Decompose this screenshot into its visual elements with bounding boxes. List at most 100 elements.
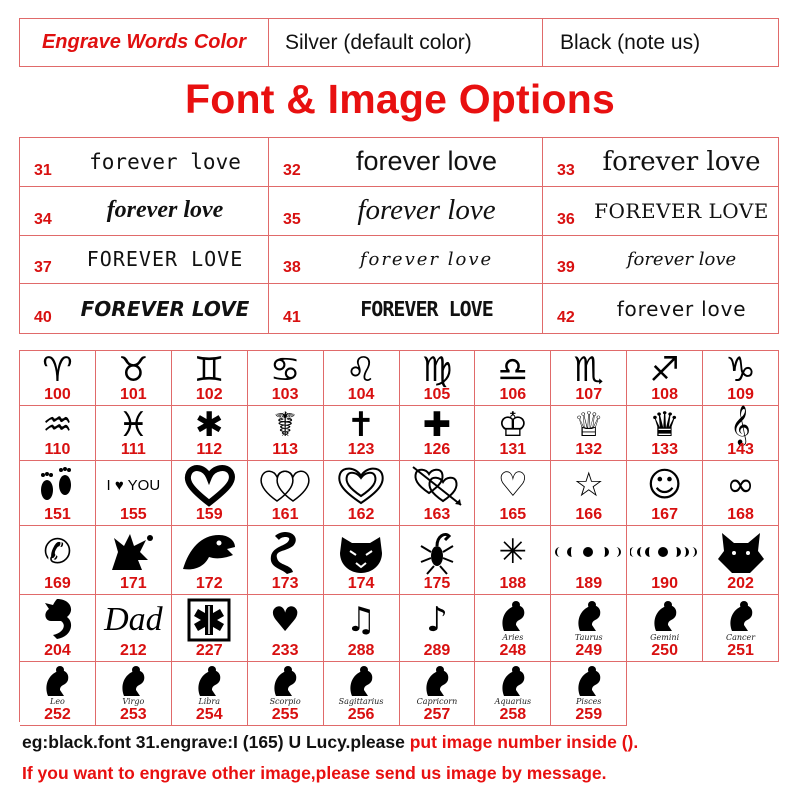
image-option-256: Sagittarius 256	[323, 662, 400, 726]
image-number: 169	[44, 575, 71, 592]
image-number: 172	[195, 575, 223, 592]
image-number: 155	[119, 506, 147, 523]
scorpion-icon	[417, 526, 457, 576]
linked-hearts-icon	[257, 461, 313, 507]
image-number: 188	[499, 575, 527, 592]
treble-clef-icon: 𝄞	[730, 405, 751, 445]
latin-cross-icon: ✝	[346, 405, 376, 445]
image-number: 227	[195, 642, 223, 659]
image-option-133: ♛ 133	[627, 405, 704, 461]
image-number: 256	[347, 706, 375, 723]
font-number: 41	[283, 309, 301, 326]
taurus-icon: ♉	[118, 350, 149, 390]
image-option-248: Aries 248	[475, 595, 552, 662]
font-sample: forever love	[357, 194, 496, 227]
virgo-icon: ♍	[421, 350, 453, 390]
king-crown-icon: ♔	[497, 405, 529, 445]
image-number: 161	[271, 506, 299, 523]
heart-filled-icon: ♥	[269, 600, 301, 640]
image-option-254: Libra 254	[171, 662, 248, 726]
image-option-249: Taurus 249	[551, 595, 628, 662]
image-caption: Cancer	[726, 633, 756, 642]
scorpio-icon: ♏	[573, 350, 604, 390]
image-caption: Sagittarius	[338, 697, 384, 706]
taurus-figure-icon	[570, 595, 608, 634]
image-number: 131	[499, 441, 527, 458]
image-option-250: Gemini 250	[627, 595, 704, 662]
image-option-255: Scorpio 255	[247, 662, 324, 726]
image-option-110: ♒ 110	[20, 406, 96, 461]
image-option-166: ☆ 166	[551, 461, 628, 526]
font-option-41: 41 FOREVER LOVE	[269, 284, 543, 333]
image-option-126: ✚ 126	[399, 405, 476, 461]
cancer-figure-icon	[722, 595, 760, 634]
image-option-151: 151	[20, 461, 96, 526]
image-number: 132	[575, 441, 603, 458]
image-number: 112	[196, 441, 223, 458]
font-sample: forever love	[616, 296, 747, 321]
image-number: 123	[347, 441, 375, 458]
image-option-233: ♥ 233	[247, 595, 324, 662]
image-number: 190	[651, 575, 678, 592]
image-caption: Taurus	[574, 633, 603, 642]
image-number: 143	[727, 441, 754, 458]
aries-figure-icon	[494, 595, 532, 634]
hearts-arrow-icon	[411, 461, 463, 507]
image-option-123: ✝ 123	[323, 405, 400, 461]
leo-figure-icon	[38, 662, 76, 698]
image-option-173: 173	[247, 526, 324, 595]
image-number: 251	[727, 642, 754, 659]
medical-badge-icon	[187, 595, 231, 643]
image-option-171: 171	[95, 526, 172, 595]
pisces-figure-icon	[570, 662, 608, 698]
image-option-252: Leo 252	[20, 662, 96, 726]
font-number: 33	[557, 161, 575, 179]
image-option-188: ✳ 188	[475, 526, 552, 595]
capricorn-icon: ♑	[725, 350, 756, 390]
image-option-155: I ♥ YOU 155	[95, 461, 172, 526]
dragon-icon	[265, 526, 305, 576]
image-option-202: 202	[703, 526, 779, 595]
wolf-head-icon	[714, 526, 768, 576]
silver-option: Silver (default color)	[269, 19, 543, 66]
image-number: 233	[271, 642, 299, 659]
image-option-289: ♪ 289	[399, 595, 476, 662]
image-caption: Gemini	[650, 633, 680, 642]
font-sample: forever love	[106, 197, 224, 224]
image-number: 162	[347, 506, 375, 523]
font-sample: forever love	[359, 248, 494, 270]
font-number: 31	[34, 161, 52, 179]
cancer-icon: ♋	[269, 350, 301, 390]
image-option-253: Virgo 253	[95, 662, 172, 726]
eagle-head-icon	[179, 526, 239, 576]
image-option-109: ♑ 109	[703, 351, 779, 406]
image-number: 101	[119, 386, 147, 403]
cross-icon: ✚	[422, 405, 452, 445]
double-heart-icon	[335, 461, 387, 507]
font-sample: FOREVER LOVE	[86, 247, 244, 272]
image-option-162: 162	[323, 461, 400, 526]
font-option-39: 39 forever love	[543, 236, 778, 285]
image-option-259: Pisces 259	[551, 662, 628, 726]
empty-cell	[627, 662, 703, 726]
footprints-icon	[35, 461, 79, 507]
image-options-grid: ♈ 100 ♉ 101 ♊ 102 ♋ 103 ♌ 104 ♍ 105 ♎ 106 ♏ 107 ♐ 108 ♑ 109…	[19, 350, 779, 726]
star-of-life-icon: ✱	[194, 405, 224, 445]
image-number: 165	[499, 506, 527, 523]
image-number: 109	[727, 386, 754, 403]
font-sample: FOREVER LOVE	[360, 296, 494, 321]
image-number: 250	[651, 642, 678, 659]
image-option-204: 204	[20, 595, 96, 662]
font-option-36: 36 FOREVER LOVE	[543, 187, 778, 236]
image-number: 253	[119, 706, 147, 723]
font-number: 38	[283, 259, 301, 277]
image-option-104: ♌ 104	[323, 351, 400, 406]
smiley-icon: ☺	[646, 465, 683, 505]
tiara-icon: ♛	[649, 405, 680, 445]
font-option-42: 42 forever love	[543, 284, 778, 333]
i-love-you-icon: I ♥ YOU	[106, 476, 161, 494]
image-option-159: 159	[171, 461, 248, 526]
image-option-105: ♍ 105	[399, 350, 476, 406]
image-number: 168	[727, 506, 754, 523]
gemini-icon: ♊	[194, 350, 225, 390]
